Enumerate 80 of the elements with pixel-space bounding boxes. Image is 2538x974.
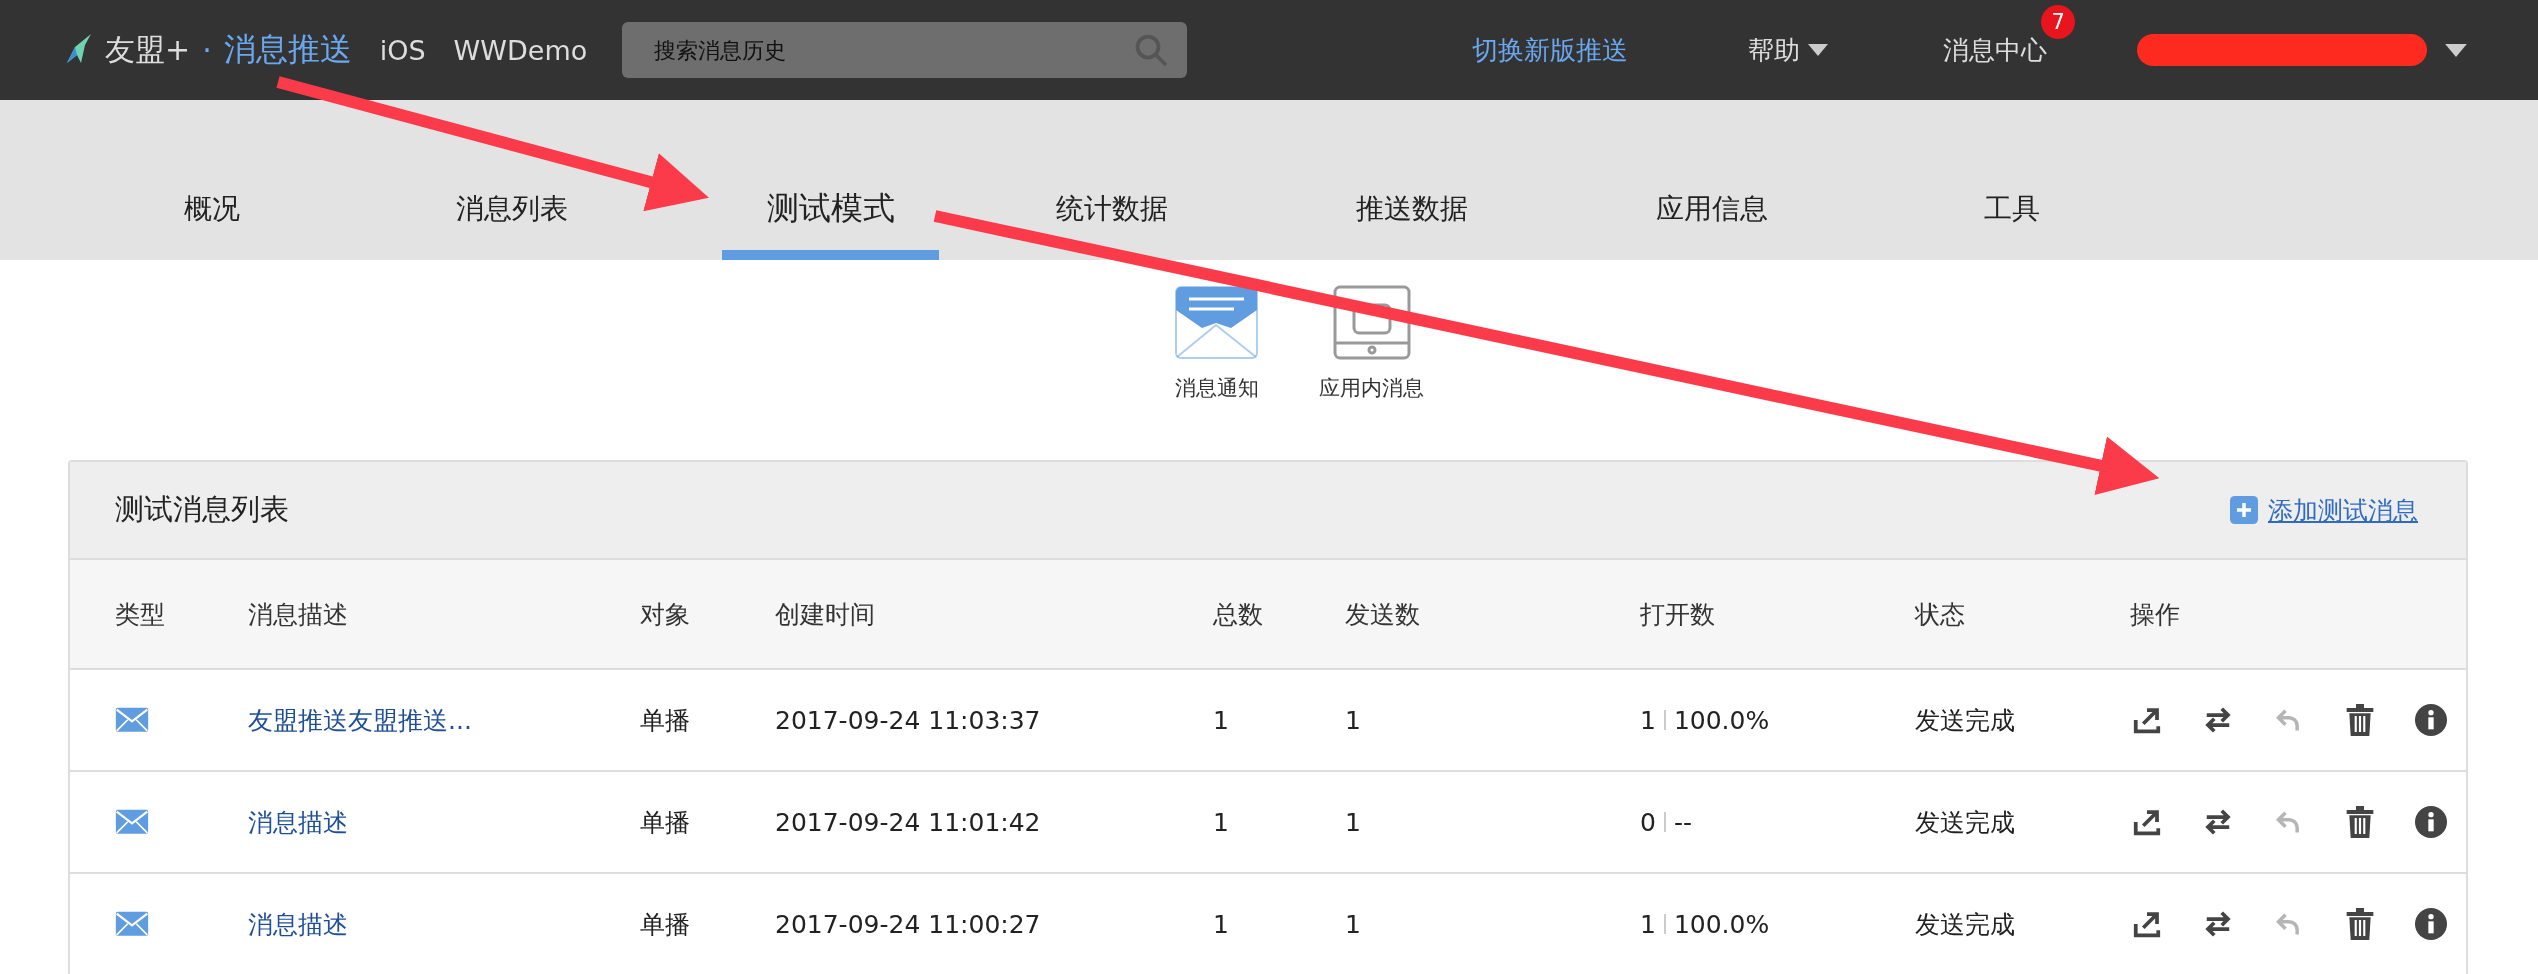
nav-tab[interactable]: 应用信息 bbox=[1622, 160, 1802, 260]
open-count: 0 bbox=[1640, 807, 1656, 837]
info-icon bbox=[2415, 704, 2447, 736]
open-rate: 100.0% bbox=[1673, 705, 1770, 735]
plus-icon[interactable] bbox=[2230, 496, 2258, 524]
message-description-link[interactable]: 消息描述 bbox=[248, 807, 348, 837]
table-cell-text: 发送完成 bbox=[1915, 704, 2016, 737]
table-cell-text: 1 bbox=[1213, 807, 1230, 837]
column-header: 总数 bbox=[1213, 598, 1264, 631]
table-cell-text: 1 bbox=[1213, 705, 1230, 735]
column-header: 类型 bbox=[115, 598, 166, 631]
export-icon bbox=[2132, 705, 2162, 735]
open-count: 1 bbox=[1640, 705, 1656, 735]
brand-separator: · bbox=[202, 32, 212, 68]
search-field[interactable]: 搜索消息历史 bbox=[622, 22, 1188, 78]
column-header: 对象 bbox=[640, 598, 691, 631]
message-type-option[interactable]: 应用内消息 bbox=[1319, 285, 1424, 460]
trash-icon bbox=[2346, 806, 2374, 838]
notification-count-badge: 7 bbox=[2041, 4, 2076, 39]
platform-label: iOS bbox=[379, 34, 426, 66]
message-description-link[interactable]: 消息描述 bbox=[248, 909, 348, 939]
swap-arrows-icon bbox=[2203, 807, 2233, 837]
search-input[interactable]: 搜索消息历史 bbox=[652, 36, 1134, 64]
table-cell-text: 单播 bbox=[640, 704, 691, 737]
row-action-button[interactable] bbox=[2414, 907, 2448, 941]
column-header: 打开数 bbox=[1640, 598, 1716, 631]
nav-tab[interactable]: 消息列表 bbox=[422, 160, 602, 260]
search-icon bbox=[1133, 32, 1170, 68]
table-cell-text: 2017-09-24 11:03:37 bbox=[775, 705, 1042, 735]
envelope-icon bbox=[1174, 285, 1259, 360]
column-header: 消息描述 bbox=[248, 598, 349, 631]
open-rate: 100.0% bbox=[1673, 909, 1770, 939]
nav-tab[interactable]: 概况 bbox=[122, 160, 302, 260]
column-header: 创建时间 bbox=[775, 598, 876, 631]
caret-icon[interactable] bbox=[2445, 43, 2468, 57]
trash-icon bbox=[2346, 908, 2374, 940]
swap-arrows-icon bbox=[2203, 705, 2233, 735]
nav-tab[interactable]: 工具 bbox=[1922, 160, 2102, 260]
envelope-icon bbox=[115, 707, 149, 733]
app-name: WWDemo bbox=[453, 34, 588, 66]
trash-icon bbox=[2346, 704, 2374, 736]
table-cell-text: 1 bbox=[1345, 705, 1362, 735]
table-cell-text: 1 bbox=[1345, 807, 1362, 837]
swap-arrows-icon bbox=[2203, 909, 2233, 939]
envelope-icon bbox=[115, 809, 149, 835]
message-type-label: 应用内消息 bbox=[1319, 375, 1424, 402]
table-cell-text: 单播 bbox=[640, 908, 691, 941]
tablet-icon bbox=[1331, 285, 1412, 360]
row-action-button[interactable] bbox=[2414, 703, 2448, 737]
caret-icon bbox=[1808, 44, 1829, 56]
table-cell-text: 发送完成 bbox=[1915, 908, 2016, 941]
message-type-label: 消息通知 bbox=[1174, 375, 1259, 402]
nav-tab[interactable]: 测试模式 bbox=[722, 160, 939, 260]
nav-tab[interactable]: 统计数据 bbox=[1022, 160, 1202, 260]
message-type-option[interactable]: 消息通知 bbox=[1174, 285, 1259, 460]
export-icon bbox=[2132, 909, 2162, 939]
open-rate: -- bbox=[1673, 807, 1692, 837]
envelope-icon bbox=[115, 911, 149, 937]
brand-name: 友盟+ bbox=[105, 30, 191, 69]
add-test-message-link[interactable]: 添加测试消息 bbox=[2268, 493, 2418, 527]
column-header: 操作 bbox=[2130, 598, 2181, 631]
info-icon bbox=[2415, 908, 2447, 940]
table-cell-text: 2017-09-24 11:01:42 bbox=[775, 807, 1042, 837]
table-cell-text: 发送完成 bbox=[1915, 806, 2016, 839]
help-menu[interactable]: 帮助 bbox=[1748, 32, 1829, 68]
nav-tab[interactable]: 推送数据 bbox=[1322, 160, 1502, 260]
table-cell-text: 1 bbox=[1345, 909, 1362, 939]
panel-title: 测试消息列表 bbox=[115, 491, 289, 528]
product-name: 消息推送 bbox=[223, 29, 352, 70]
info-icon bbox=[2415, 806, 2447, 838]
column-header: 状态 bbox=[1915, 598, 1966, 631]
open-count: 1 bbox=[1640, 909, 1656, 939]
table-cell-text: 2017-09-24 11:00:27 bbox=[775, 909, 1042, 939]
message-description-link[interactable]: 友盟推送友盟推送... bbox=[248, 705, 472, 735]
switch-version-link[interactable]: 切换新版推送 bbox=[1472, 32, 1629, 68]
table-cell-text: 单播 bbox=[640, 806, 691, 839]
export-icon bbox=[2132, 807, 2162, 837]
column-header: 发送数 bbox=[1345, 598, 1421, 631]
table-cell-text: 1 bbox=[1213, 909, 1230, 939]
row-action-button[interactable] bbox=[2414, 805, 2448, 839]
